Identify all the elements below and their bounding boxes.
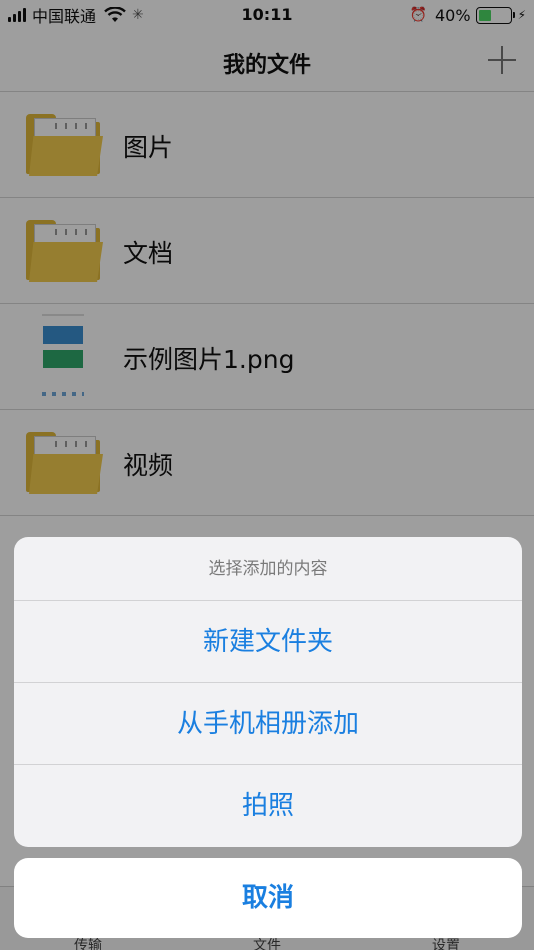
action-sheet-title: 选择添加的内容 (14, 537, 522, 601)
add-from-album-button[interactable]: 从手机相册添加 (14, 683, 522, 765)
take-photo-button[interactable]: 拍照 (14, 765, 522, 847)
cancel-button[interactable]: 取消 (14, 858, 522, 938)
action-sheet: 选择添加的内容 新建文件夹 从手机相册添加 拍照 (14, 537, 522, 847)
new-folder-button[interactable]: 新建文件夹 (14, 601, 522, 683)
